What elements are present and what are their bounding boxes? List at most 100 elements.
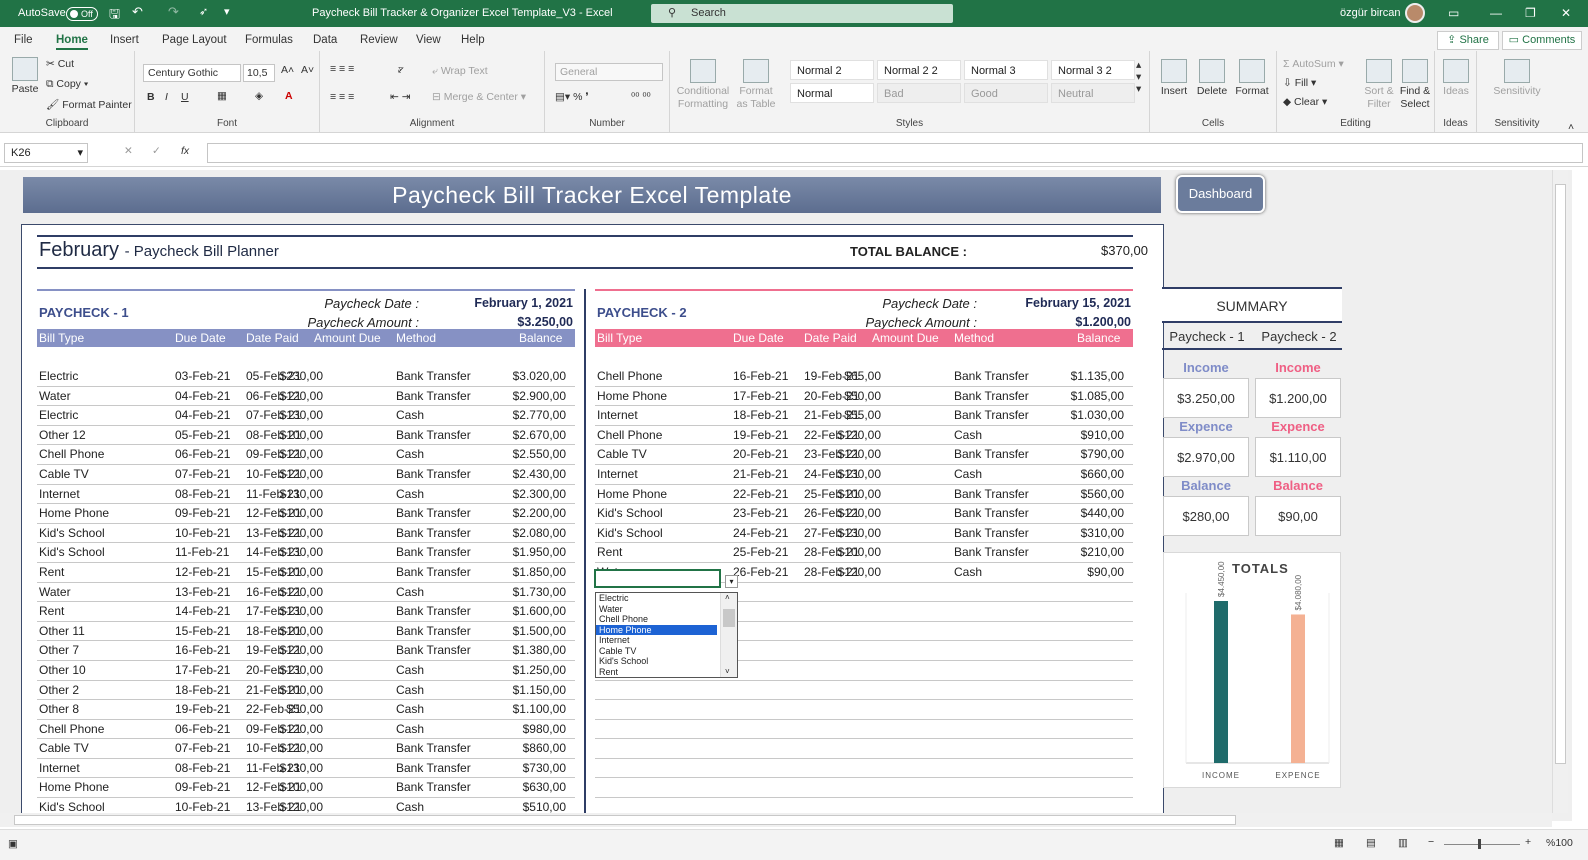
style-normal-3[interactable]: Normal 3 <box>964 60 1048 80</box>
table-row[interactable]: Internet 21-Feb-21 24-Feb-21 $130,00 Cash $66… <box>595 465 1133 485</box>
delete-cells-button[interactable]: Delete <box>1194 59 1230 98</box>
style-bad[interactable]: Bad <box>877 83 961 103</box>
styles-scroll-icon[interactable]: ▴ ▾ ▾ <box>1136 59 1141 95</box>
formula-input[interactable] <box>207 143 1583 163</box>
ideas-button[interactable]: Ideas <box>1439 59 1473 98</box>
table-row[interactable]: Chell Phone 19-Feb-21 22-Feb-21 $120,00 Cash… <box>595 426 1133 446</box>
table-row[interactable]: Rent 25-Feb-21 28-Feb-21 $100,00 Bank Transf… <box>595 543 1133 563</box>
style-normal[interactable]: Normal <box>790 83 874 103</box>
fill-button[interactable]: ⇩ Fill ▾ <box>1283 77 1316 89</box>
dashboard-button[interactable]: Dashboard <box>1176 175 1265 213</box>
horizontal-scroll-thumb[interactable] <box>14 815 1236 825</box>
currency-icon[interactable]: ▤▾ % ❜ <box>555 91 589 103</box>
table-row[interactable]: Other 8 19-Feb-21 22-Feb-21 $50,00 Cash $1.10… <box>37 700 575 720</box>
totals-chart[interactable]: TOTALS $4.450,00 INCOME $4.080,00 EXPENCE <box>1163 552 1341 788</box>
align-left-icon[interactable]: ≡ ≡ ≡ <box>330 91 354 103</box>
page-layout-view-icon[interactable]: ▤ <box>1366 837 1376 849</box>
tab-home[interactable]: Home <box>56 34 88 50</box>
font-size-select[interactable]: 10,5 <box>243 64 275 82</box>
dropdown-item[interactable]: Kid's School <box>596 656 717 667</box>
fill-color-icon[interactable]: ◈ <box>255 90 263 102</box>
table-row[interactable]: Home Phone 09-Feb-21 12-Feb-21 $100,00 Bank … <box>37 504 575 524</box>
ribbon-display-icon[interactable]: ▭ <box>1448 6 1459 20</box>
table-row[interactable]: Rent 12-Feb-21 15-Feb-21 $100,00 Bank Transf… <box>37 563 575 583</box>
font-color-icon[interactable]: A <box>285 90 293 102</box>
horizontal-scrollbar[interactable] <box>0 813 1552 827</box>
zoom-slider[interactable] <box>1444 844 1520 845</box>
tab-insert[interactable]: Insert <box>110 34 139 46</box>
paste-button[interactable]: Paste <box>8 57 42 96</box>
tab-data[interactable]: Data <box>313 34 337 46</box>
restore-icon[interactable]: ❐ <box>1525 6 1536 20</box>
orientation-icon[interactable]: ⦫ <box>398 63 404 76</box>
wrap-text-button[interactable]: ⤶ Wrap Text <box>432 65 488 78</box>
minimize-icon[interactable]: — <box>1490 6 1502 20</box>
style-normal-2-2[interactable]: Normal 2 2 <box>877 60 961 80</box>
table-row[interactable]: Water 04-Feb-21 06-Feb-21 $120,00 Bank Trans… <box>37 387 575 407</box>
autosum-button[interactable]: Σ AutoSum ▾ <box>1283 58 1344 70</box>
page-break-view-icon[interactable]: ▥ <box>1398 837 1408 849</box>
table-row[interactable] <box>595 681 1133 701</box>
tab-formulas[interactable]: Formulas <box>245 34 293 46</box>
collapse-ribbon-icon[interactable]: ˄ <box>1568 121 1574 133</box>
chevron-down-icon[interactable]: ▾ <box>725 575 738 588</box>
dropdown-item[interactable]: Electric <box>596 593 717 604</box>
table-row[interactable]: Other 7 16-Feb-21 19-Feb-21 $120,00 Bank Tra… <box>37 641 575 661</box>
sensitivity-button[interactable]: Sensitivity <box>1487 59 1547 98</box>
table-row[interactable] <box>595 700 1133 720</box>
autosave-toggle[interactable]: Off <box>66 7 98 21</box>
decimal-icon[interactable]: ⁰⁰ ⁰⁰ <box>631 91 651 103</box>
italic-icon[interactable]: I <box>165 91 168 103</box>
shrink-font-icon[interactable]: A˅ <box>301 64 314 76</box>
vertical-scrollbar[interactable] <box>1552 170 1568 813</box>
borders-icon[interactable]: ▦ <box>217 90 227 102</box>
tab-review[interactable]: Review <box>360 34 398 46</box>
table-row[interactable]: Internet 08-Feb-21 11-Feb-21 $130,00 Cash $2.… <box>37 485 575 505</box>
scroll-thumb[interactable] <box>723 609 735 627</box>
table-row[interactable]: Home Phone 09-Feb-21 12-Feb-21 $100,00 Bank … <box>37 778 575 799</box>
bold-icon[interactable]: B <box>147 91 155 103</box>
align-top-icon[interactable]: ≡ ≡ ≡ <box>330 63 354 75</box>
redo-icon[interactable]: ↷ <box>168 4 179 20</box>
table-row[interactable]: Kid's School 11-Feb-21 14-Feb-21 $130,00 Ban… <box>37 543 575 563</box>
active-cell-input[interactable] <box>594 569 721 588</box>
merge-center-button[interactable]: ⊟ Merge & Center ▾ <box>432 91 526 103</box>
table-row[interactable]: Other 2 18-Feb-21 21-Feb-21 $100,00 Cash $1.1… <box>37 681 575 701</box>
format-painter-button[interactable]: 🖌 Format Painter <box>46 98 132 111</box>
sort-filter-button[interactable]: Sort & Filter <box>1361 59 1397 111</box>
search-input[interactable]: ⚲ Search <box>651 4 953 23</box>
style-normal-2[interactable]: Normal 2 <box>790 60 874 80</box>
dropdown-item[interactable]: Chell Phone <box>596 614 717 625</box>
table-row[interactable]: Chell Phone 16-Feb-21 19-Feb-21 $65,00 Bank … <box>595 367 1133 387</box>
conditional-formatting-button[interactable]: Conditional Formatting <box>676 59 730 111</box>
bill-type-dropdown-list[interactable]: Electric Water Chell Phone Home Phone Intern… <box>595 592 738 678</box>
table-row[interactable]: Other 10 17-Feb-21 20-Feb-21 $130,00 Cash $1.… <box>37 661 575 681</box>
table-row[interactable]: Kid's School 23-Feb-21 26-Feb-21 $120,00 Ban… <box>595 504 1133 524</box>
chevron-up-icon[interactable]: ˄ <box>725 593 730 604</box>
insert-cells-button[interactable]: Insert <box>1156 59 1192 98</box>
table-row[interactable]: Cable TV 20-Feb-21 23-Feb-21 $120,00 Bank Tr… <box>595 445 1133 465</box>
dropdown-scrollbar[interactable]: ˄ ˅ <box>720 593 737 677</box>
dropdown-item[interactable]: Internet <box>596 635 717 646</box>
table-row[interactable]: Electric 04-Feb-21 07-Feb-21 $130,00 Cash $2.… <box>37 406 575 426</box>
tab-view[interactable]: View <box>416 34 441 46</box>
dropdown-item[interactable]: Cable TV <box>596 646 717 657</box>
tab-help[interactable]: Help <box>461 34 485 46</box>
dropdown-item[interactable]: Home Phone <box>596 624 717 635</box>
vertical-scroll-thumb[interactable] <box>1555 184 1566 764</box>
find-select-button[interactable]: Find & Select <box>1397 59 1433 111</box>
zoom-level[interactable]: %100 <box>1546 837 1573 849</box>
style-good[interactable]: Good <box>964 83 1048 103</box>
table-row[interactable] <box>595 720 1133 740</box>
table-row[interactable]: Cable TV 07-Feb-21 10-Feb-21 $120,00 Bank Tr… <box>37 465 575 485</box>
style-neutral[interactable]: Neutral <box>1051 83 1135 103</box>
macro-record-icon[interactable]: ▣ <box>8 838 18 850</box>
table-row[interactable]: Chell Phone 06-Feb-21 09-Feb-21 $120,00 Cash… <box>37 720 575 740</box>
number-format-select[interactable]: General <box>555 63 663 81</box>
clear-button[interactable]: ◆ Clear ▾ <box>1283 96 1327 108</box>
table-row[interactable]: Home Phone 17-Feb-21 20-Feb-21 $50,00 Bank T… <box>595 387 1133 407</box>
save-icon[interactable]: 🖫 <box>109 5 120 27</box>
fx-icon[interactable]: fx <box>181 145 189 157</box>
indent-icon[interactable]: ⇤ ⇥ <box>390 91 411 103</box>
table-row[interactable]: Home Phone 22-Feb-21 25-Feb-21 $100,00 Bank … <box>595 485 1133 505</box>
